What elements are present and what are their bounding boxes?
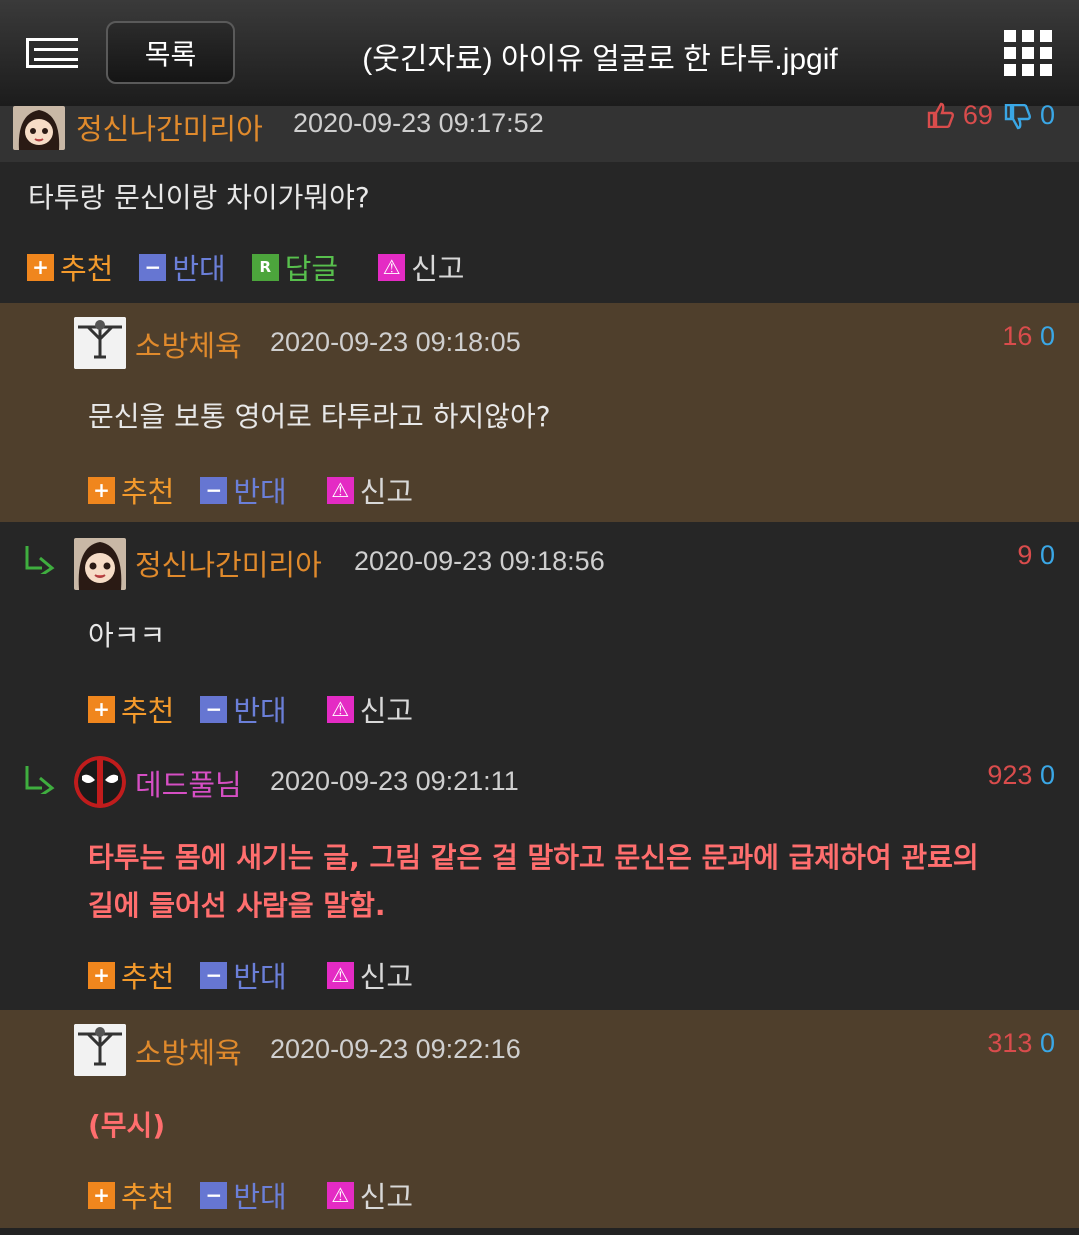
minus-icon: − (200, 695, 228, 723)
plus-icon: + (88, 476, 115, 504)
reply-icon: R (251, 253, 279, 281)
comment-item: 정신나간미리아 2020-09-23 09:17:52 69 0 (0, 100, 1079, 162)
upvote-count: 923 (987, 760, 1033, 790)
minus-icon: − (200, 476, 228, 504)
menu-icon[interactable] (26, 38, 78, 68)
comment-actions: + 추천 − 반대 ⚠ 신고 (88, 1174, 439, 1216)
comment-text-line-1: 타투는 몸에 새기는 글, 그림 같은 걸 말하고 문신은 문과에 급제하여 관… (88, 841, 979, 874)
downvote-count: 0 (1039, 1028, 1055, 1058)
page-title: (웃긴자료) 아이유 얼굴로 한 타투.jpgif (362, 43, 838, 76)
vote-counts: 69 0 (927, 100, 1055, 131)
comment-date: 2020-09-23 09:17:52 (293, 108, 544, 138)
comment-text: 타투랑 문신이랑 차이가뭐야? (28, 181, 370, 214)
oppose-button[interactable]: − 반대 (200, 469, 287, 511)
comment-date: 2020-09-23 09:22:16 (270, 1034, 521, 1064)
siren-icon: ⚠ (326, 1181, 354, 1209)
oppose-button[interactable]: − 반대 (200, 954, 287, 996)
avatar[interactable] (74, 317, 126, 369)
downvote-count: 0 (1039, 760, 1055, 790)
downvote-count: 0 (1039, 540, 1055, 570)
thumbs-down-icon[interactable] (1004, 103, 1032, 130)
comment-text: 아ㅋㅋ (88, 619, 166, 652)
comment-body-area: 타투랑 문신이랑 차이가뭐야? + 추천 − 반대 R 답글 ⚠ 신고 (0, 162, 1079, 303)
comment-item: 소방체육 2020-09-23 09:18:05 16 0 문신을 보통 영어로… (0, 303, 1079, 522)
oppose-button[interactable]: − 반대 (200, 1174, 287, 1216)
comment-date: 2020-09-23 09:18:05 (270, 327, 521, 357)
oppose-button[interactable]: − 반대 (139, 246, 226, 288)
vote-counts: 16 0 (1002, 321, 1055, 352)
comment-actions: + 추천 − 반대 ⚠ 신고 (88, 469, 439, 511)
grid-menu-icon[interactable] (1004, 30, 1052, 76)
minus-icon: − (200, 961, 228, 989)
comment-item: 소방체육 2020-09-23 09:22:16 313 0 (무시) + 추천 … (0, 1010, 1079, 1228)
avatar[interactable] (74, 1024, 126, 1076)
comment-date: 2020-09-23 09:18:56 (354, 546, 605, 576)
upvote-count: 69 (962, 100, 993, 130)
comment-date: 2020-09-23 09:21:11 (270, 766, 519, 796)
oppose-button[interactable]: − 반대 (200, 688, 287, 730)
nickname[interactable]: 소방체육 (135, 1030, 242, 1072)
reply-arrow-icon (25, 546, 55, 574)
nickname[interactable]: 정신나간미리아 (135, 542, 322, 584)
recommend-button[interactable]: + 추천 (88, 954, 174, 996)
downvote-count: 0 (1039, 100, 1055, 130)
reply-button[interactable]: R 답글 (251, 246, 338, 288)
vote-counts: 9 0 (1017, 540, 1055, 571)
report-button[interactable]: ⚠ 신고 (378, 246, 465, 288)
nickname[interactable]: 소방체육 (135, 323, 242, 365)
plus-icon: + (27, 253, 54, 281)
upvote-count: 313 (987, 1028, 1033, 1058)
top-bar: 목록 (웃긴자료) 아이유 얼굴로 한 타투.jpgif (0, 0, 1079, 106)
vote-counts: 923 0 (987, 760, 1055, 791)
comment-text-line-2: 길에 들어선 사람을 말함. (88, 889, 386, 922)
vote-counts: 313 0 (987, 1028, 1055, 1059)
comment-actions: + 추천 − 반대 ⚠ 신고 (88, 688, 439, 730)
avatar[interactable] (74, 756, 126, 808)
comment-item: 정신나간미리아 2020-09-23 09:18:56 9 0 아ㅋㅋ + 추천 … (0, 522, 1079, 742)
plus-icon: + (88, 961, 115, 989)
avatar[interactable] (74, 538, 126, 590)
report-button[interactable]: ⚠ 신고 (326, 688, 413, 730)
comment-item: 데드풀님 2020-09-23 09:21:11 923 0 타투는 몸에 새기… (0, 742, 1079, 1010)
siren-icon: ⚠ (326, 476, 354, 504)
nickname[interactable]: 정신나간미리아 (76, 106, 263, 148)
plus-icon: + (88, 695, 115, 723)
downvote-count: 0 (1039, 321, 1055, 351)
recommend-button[interactable]: + 추천 (88, 1174, 174, 1216)
reply-arrow-icon (25, 766, 55, 794)
recommend-button[interactable]: + 추천 (88, 469, 174, 511)
recommend-button[interactable]: + 추천 (88, 688, 174, 730)
siren-icon: ⚠ (326, 961, 354, 989)
upvote-count: 9 (1017, 540, 1033, 570)
minus-icon: − (200, 1181, 228, 1209)
plus-icon: + (88, 1181, 115, 1209)
thumbs-up-icon[interactable] (927, 102, 955, 129)
comment-text: (무시) (88, 1109, 166, 1142)
upvote-count: 16 (1002, 321, 1033, 351)
siren-icon: ⚠ (378, 253, 406, 281)
avatar[interactable] (13, 106, 65, 150)
minus-icon: − (139, 253, 167, 281)
comment-actions: + 추천 − 반대 R 답글 ⚠ 신고 (27, 246, 491, 288)
recommend-button[interactable]: + 추천 (27, 246, 113, 288)
comment-text: 문신을 보통 영어로 타투라고 하지않아? (88, 400, 551, 433)
list-button[interactable]: 목록 (106, 21, 235, 84)
siren-icon: ⚠ (326, 695, 354, 723)
report-button[interactable]: ⚠ 신고 (326, 469, 413, 511)
nickname[interactable]: 데드풀님 (135, 762, 242, 804)
report-button[interactable]: ⚠ 신고 (326, 1174, 413, 1216)
comment-actions: + 추천 − 반대 ⚠ 신고 (88, 954, 439, 996)
report-button[interactable]: ⚠ 신고 (326, 954, 413, 996)
